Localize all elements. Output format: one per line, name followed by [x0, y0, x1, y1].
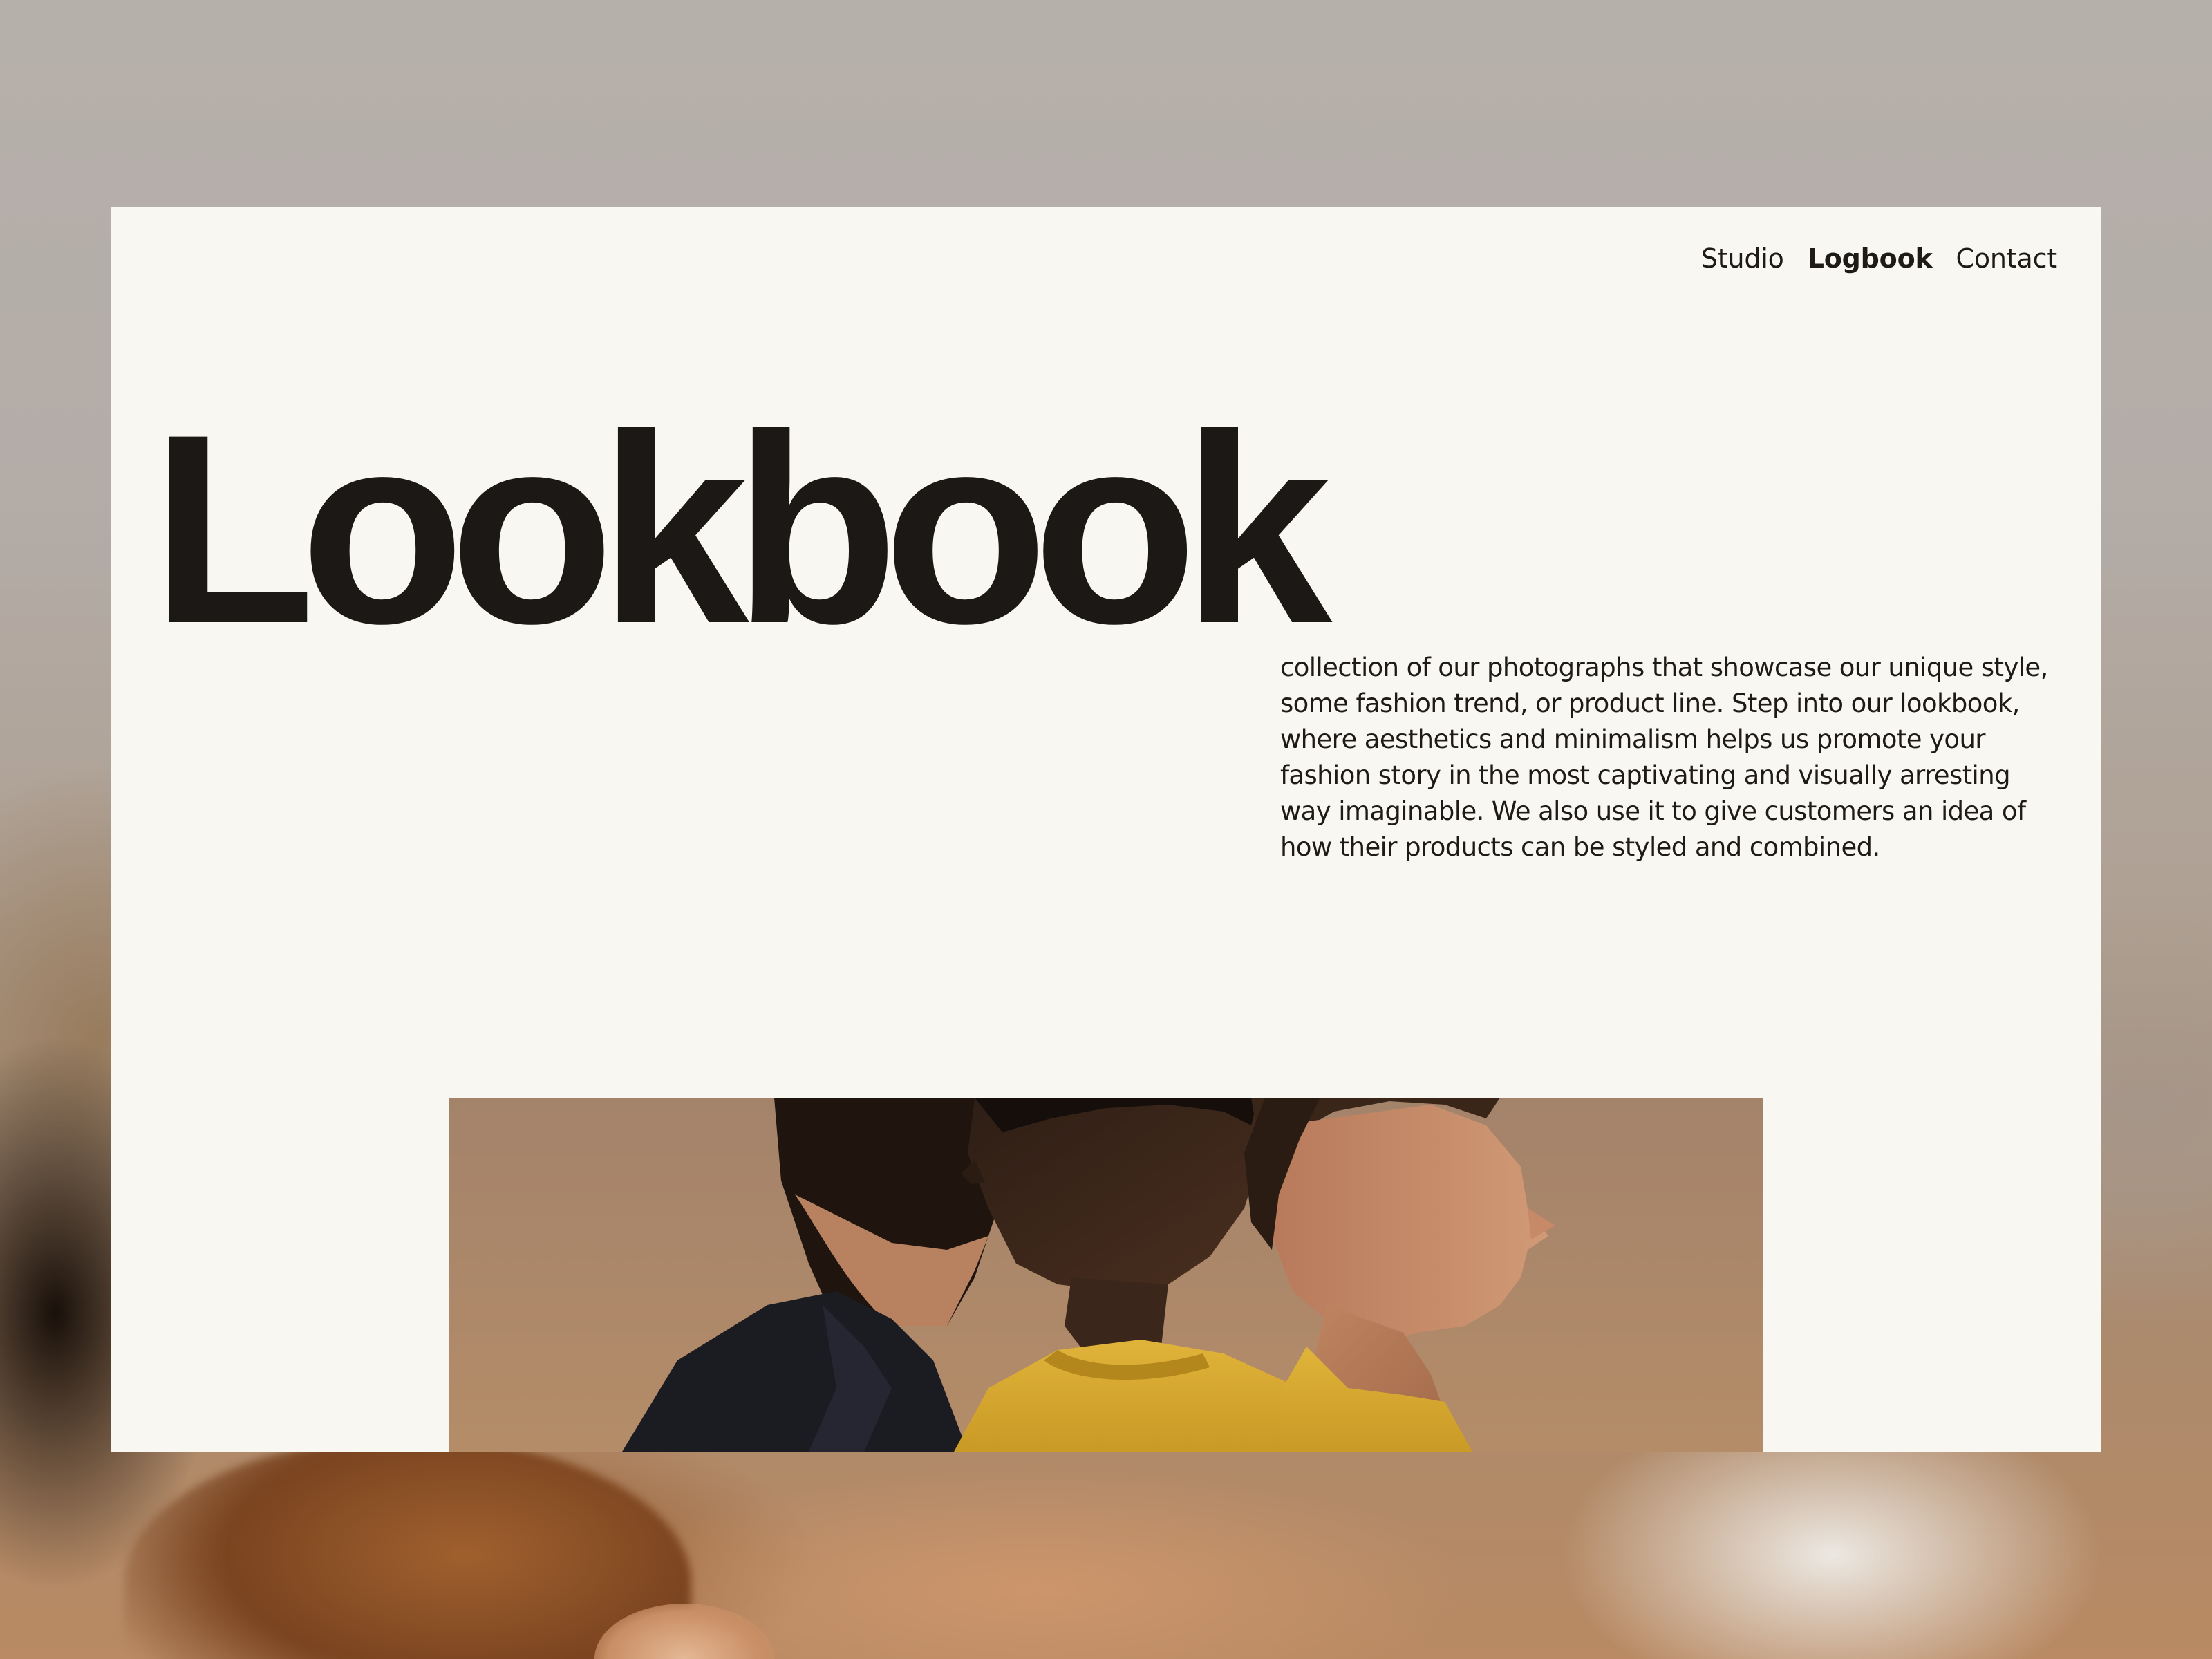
- page-title: Lookbook: [151, 378, 1332, 679]
- background-photo-hair: [124, 1438, 691, 1659]
- intro-paragraph: collection of our photographs that showc…: [1280, 653, 2048, 862]
- featured-photo: [449, 1098, 1763, 1452]
- featured-photo-illustration: [449, 1098, 1763, 1452]
- nav-link-contact[interactable]: Contact: [1956, 243, 2058, 274]
- nav-link-logbook[interactable]: Logbook: [1808, 243, 1933, 274]
- lookbook-card: Studio Logbook Contact Lookbook collecti…: [111, 207, 2101, 1452]
- nav-link-studio[interactable]: Studio: [1701, 243, 1784, 274]
- main-nav: Studio Logbook Contact: [1701, 243, 2057, 274]
